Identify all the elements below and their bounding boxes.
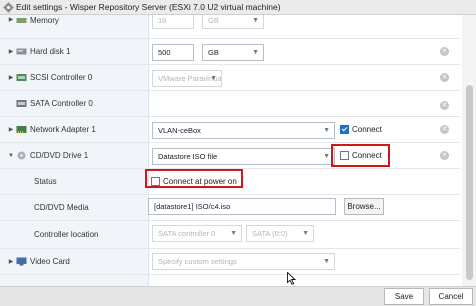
video-card-icon bbox=[16, 257, 27, 266]
scrollbar-thumb[interactable] bbox=[466, 85, 473, 280]
network-select[interactable]: VLAN-ceBox ▼ bbox=[152, 122, 335, 139]
network-adapter-label: Network Adapter 1 bbox=[30, 125, 96, 134]
remove-device-icon[interactable]: ✕ bbox=[440, 47, 449, 56]
chevron-down-icon: ▼ bbox=[323, 127, 330, 134]
chevron-down-icon: ▼ bbox=[210, 75, 217, 82]
row-video-card: ▶ Video Card Specify custom settings ▼ bbox=[0, 249, 460, 275]
dialog-footer: Save Cancel bbox=[0, 286, 476, 306]
hard-disk-unit-select[interactable]: GB ▼ bbox=[202, 44, 264, 61]
iso-path-input[interactable]: [datastore1] ISO/c4.iso bbox=[148, 198, 336, 215]
hard-disk-size-input[interactable]: 500 bbox=[152, 44, 194, 61]
sata-controller-label: SATA Controller 0 bbox=[30, 99, 93, 108]
row-hard-disk: ▶ Hard disk 1 500 GB ▼ ✕ bbox=[0, 39, 460, 65]
cddvd-drive-label: CD/DVD Drive 1 bbox=[30, 151, 89, 160]
network-adapter-icon bbox=[16, 126, 27, 133]
row-cddvd-drive: ▼ CD/DVD Drive 1 Datastore ISO file ▼ Con… bbox=[0, 143, 460, 169]
chevron-down-icon: ▼ bbox=[230, 230, 237, 237]
hard-disk-label: Hard disk 1 bbox=[30, 47, 71, 56]
chevron-down-icon: ▼ bbox=[252, 17, 259, 24]
memory-size-input[interactable]: 16 bbox=[152, 15, 194, 29]
cddvd-source-select[interactable]: Datastore ISO file ▼ bbox=[152, 148, 335, 165]
controller-select[interactable]: SATA controller 0 ▼ bbox=[152, 225, 242, 242]
network-connect-checkbox[interactable]: Connect bbox=[340, 125, 382, 134]
cddvd-media-label: CD/DVD Media bbox=[34, 203, 89, 212]
title-bar: Edit settings - Wisper Repository Server… bbox=[0, 0, 476, 15]
checkbox-checked-icon bbox=[340, 125, 349, 134]
remove-device-icon[interactable]: ✕ bbox=[440, 151, 449, 160]
row-memory: ▶ Memory 16 GB ▼ bbox=[0, 15, 460, 39]
remove-device-icon[interactable]: ✕ bbox=[440, 73, 449, 82]
cancel-button[interactable]: Cancel bbox=[429, 288, 473, 305]
row-controller-location: Controller location SATA controller 0 ▼ S… bbox=[0, 221, 460, 249]
row-network-adapter: ▶ Network Adapter 1 VLAN-ceBox ▼ Connect … bbox=[0, 117, 460, 143]
settings-gear-icon bbox=[3, 2, 14, 13]
expand-caret-icon[interactable]: ▶ bbox=[6, 74, 16, 81]
scsi-controller-label: SCSI Controller 0 bbox=[30, 73, 93, 82]
chevron-down-icon: ▼ bbox=[323, 258, 330, 265]
scsi-type-select[interactable]: VMware Paravirtual ▼ bbox=[152, 70, 222, 87]
scsi-controller-icon bbox=[16, 74, 27, 81]
expand-caret-icon[interactable]: ▶ bbox=[6, 258, 16, 265]
row-sata-controller: SATA Controller 0 ✕ bbox=[0, 91, 460, 117]
window-title: Edit settings - Wisper Repository Server… bbox=[16, 2, 281, 12]
expand-caret-icon[interactable]: ▶ bbox=[6, 48, 16, 55]
video-card-select[interactable]: Specify custom settings ▼ bbox=[152, 253, 335, 270]
memory-label: Memory bbox=[30, 16, 59, 25]
chevron-down-icon: ▼ bbox=[323, 153, 330, 160]
browse-button[interactable]: Browse... bbox=[344, 198, 384, 215]
controller-location-label: Controller location bbox=[34, 230, 99, 239]
expand-caret-icon[interactable]: ▶ bbox=[6, 126, 16, 133]
chevron-down-icon: ▼ bbox=[252, 49, 259, 56]
highlight-cddvd-connect bbox=[331, 144, 390, 167]
save-button[interactable]: Save bbox=[384, 288, 424, 305]
remove-device-icon[interactable]: ✕ bbox=[440, 125, 449, 134]
cd-dvd-icon bbox=[17, 151, 26, 160]
hard-disk-icon bbox=[16, 48, 27, 55]
video-card-label: Video Card bbox=[30, 257, 70, 266]
slot-select[interactable]: SATA (0:0) ▼ bbox=[246, 225, 314, 242]
settings-table: ▶ Memory 16 GB ▼ ▶ Hard disk 1 500 GB ▼ ✕ … bbox=[0, 15, 476, 286]
remove-device-icon[interactable]: ✕ bbox=[440, 101, 449, 110]
memory-unit-select[interactable]: GB ▼ bbox=[202, 15, 264, 29]
memory-icon bbox=[16, 18, 27, 23]
status-label: Status bbox=[34, 177, 57, 186]
chevron-down-icon: ▼ bbox=[302, 230, 309, 237]
row-scsi-controller: ▶ SCSI Controller 0 VMware Paravirtual ▼ … bbox=[0, 65, 460, 91]
highlight-connect-at-power-on bbox=[145, 169, 243, 188]
row-cddvd-media: CD/DVD Media [datastore1] ISO/c4.iso Bro… bbox=[0, 195, 460, 221]
vertical-scrollbar[interactable] bbox=[462, 15, 476, 286]
sata-controller-icon bbox=[16, 100, 27, 107]
expand-caret-icon[interactable]: ▶ bbox=[6, 16, 16, 23]
mouse-cursor-icon bbox=[287, 272, 296, 285]
collapse-caret-icon[interactable]: ▼ bbox=[6, 153, 16, 159]
